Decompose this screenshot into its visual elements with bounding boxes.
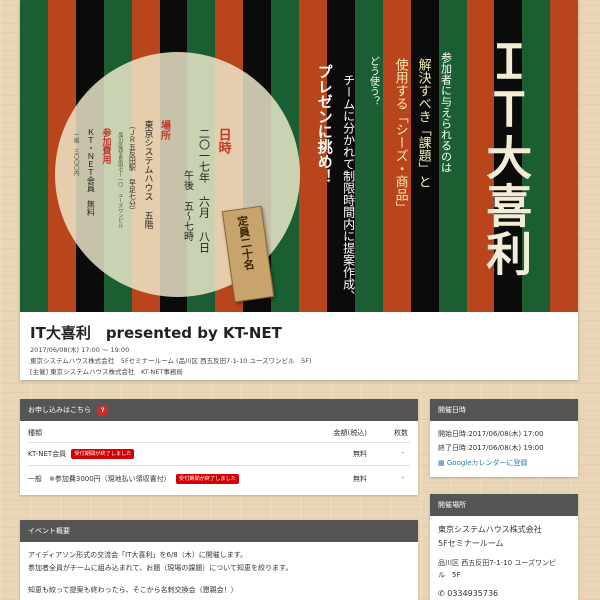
place-panel-header: 開催場所 (430, 494, 578, 516)
banner-how: どう使う？ (367, 56, 379, 106)
ticket-row: KT-NET会員 受付期間が終了しました 無料 - (28, 449, 410, 459)
banner-intro-3: 使用する「シーズ・商品」 (392, 58, 408, 214)
banner-stripe (550, 0, 578, 312)
apply-header-label: お申し込みはこちら (28, 406, 91, 414)
event-title: IT大喜利 presented by KT-NET (30, 324, 282, 342)
place-room: 5Fセミナールーム (438, 539, 504, 548)
overview-line: 知恵も絞って提案も終わったら、そこから名刺交換会（懇親会！） (28, 586, 238, 594)
ticket-price: 無料 (353, 450, 367, 458)
status-badge: 受付期間が終了しました (175, 474, 239, 484)
place-address-cont: ル 5F (438, 571, 461, 579)
event-venue: 東京システムハウス株式会社 5Fセミナールーム (品川区 西五反田7-1-10 … (30, 357, 312, 365)
ticket-count: - (401, 474, 404, 482)
banner-intro-1: 参加者に与えられるのは (439, 52, 453, 173)
place-address: 品川区 西五反田7-1-10 ユーズワンビ (438, 559, 556, 567)
ticket-type: KT-NET会員 (28, 450, 67, 458)
capacity-label: 定員二十名 (235, 214, 256, 271)
banner-fee-member: ＫＴ・ＮＥＴ会員 無料 (86, 128, 96, 216)
overview-line: 参加者全員がチームに組み込まれて、お題（現場の課題）について知恵を絞ります。 (28, 564, 293, 572)
schedule-end: 終了日時:2017/06/08(木) 19:00 (438, 444, 544, 452)
banner-date-heading: 日時 (215, 128, 231, 154)
banner-intro-2: 解決すべき「課題」と (415, 58, 431, 188)
schedule-start: 開始日時:2017/06/08(木) 17:00 (438, 430, 544, 438)
banner-place-heading: 場所 (158, 120, 170, 140)
banner-title: ＩＴ大喜利 (479, 38, 534, 278)
col-type: 種類 (28, 429, 42, 437)
phone-icon: ✆ (438, 589, 445, 598)
ticket-price: 無料 (353, 475, 367, 483)
ticket-type: 一般 ※参加費3000円（現地払い領収書付） (28, 475, 171, 483)
overview-line: アイディアソン形式の交流会「IT大喜利」を6/8（木）に開催します。 (28, 551, 248, 559)
divider (28, 442, 410, 443)
banner-time-value: 午後 五〜七時 (181, 170, 193, 241)
banner-fee-heading: 参加費用 (100, 128, 111, 164)
banner-place-access: （ＪＲ五反田駅 早足七分） (128, 122, 137, 214)
event-organizer: [主催] 東京システムハウス株式会社 KT-NET事務局 (30, 368, 183, 376)
banner-place-address: 品川区西五反田七ー一〇 ユーズワンビル (117, 132, 124, 228)
calendar-link-label: Googleカレンダーに登録 (446, 459, 528, 467)
col-count: 枚数 (394, 429, 408, 437)
status-badge: 受付期間が終了しました (71, 449, 135, 459)
apply-panel-header: お申し込みはこちら ? (20, 399, 418, 421)
event-banner: ＩＴ大喜利 参加者に与えられるのは 解決すべき「課題」と 使用する「シーズ・商品… (20, 0, 578, 312)
schedule-panel: 開催日時 開始日時:2017/06/08(木) 17:00 終了日時:2017/… (430, 399, 578, 477)
ticket-row: 一般 ※参加費3000円（現地払い領収書付） 受付期間が終了しました 無料 - (28, 474, 410, 484)
divider (28, 465, 410, 466)
banner-stripe (354, 0, 383, 312)
banner-fee-general: 一般 三〇〇〇円 (72, 132, 79, 176)
banner-place-value: 東京システムハウス 五階 (142, 120, 153, 229)
banner-team-2: プレゼンに挑め！ (315, 64, 334, 184)
overview-panel-header: イベント概要 (20, 520, 418, 542)
calendar-icon: ▦ (438, 459, 445, 467)
place-phone[interactable]: 0334935736 (447, 589, 498, 598)
apply-table-header: 種類 金額(税込) 枚数 (28, 428, 410, 438)
help-icon[interactable]: ? (97, 405, 109, 415)
event-datetime: 2017/06/08(木) 17:00 〜 19:00 (30, 346, 130, 354)
place-name: 東京システムハウス株式会社 (438, 525, 542, 534)
banner-stripe (20, 0, 48, 312)
schedule-panel-header: 開催日時 (430, 399, 578, 421)
banner-date-value: 二〇一七年 六月 八日 (197, 128, 211, 253)
place-phone-row: ✆ 0334935736 (438, 589, 570, 598)
overview-panel: イベント概要 アイディアソン形式の交流会「IT大喜利」を6/8（木）に開催します… (20, 520, 418, 600)
col-price: 金額(税込) (333, 429, 367, 437)
banner-team-1: チームに分かれて制限時間内に提案作成、 (341, 74, 356, 302)
google-calendar-link[interactable]: ▦ Googleカレンダーに登録 (438, 458, 570, 468)
ticket-count: - (401, 449, 404, 457)
event-card: ＩＴ大喜利 参加者に与えられるのは 解決すべき「課題」と 使用する「シーズ・商品… (20, 0, 578, 380)
place-panel: 開催場所 東京システムハウス株式会社 5Fセミナールーム 品川区 西五反田7-1… (430, 494, 578, 600)
apply-panel: お申し込みはこちら ? 種類 金額(税込) 枚数 KT-NET会員 受付期間が終… (20, 399, 418, 495)
